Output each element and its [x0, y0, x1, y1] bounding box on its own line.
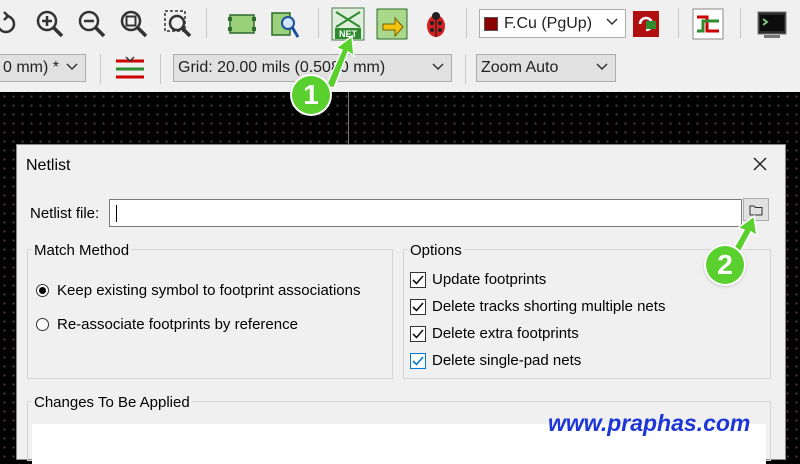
scripting-console-icon[interactable] — [754, 6, 790, 42]
arrow-pointer-icon — [324, 34, 355, 89]
interactive-router-icon[interactable] — [690, 6, 726, 42]
watermark: www.praphas.com — [548, 410, 751, 436]
zoom-select-value: Zoom Auto — [481, 59, 559, 76]
checkbox-checked[interactable] — [410, 298, 426, 315]
zoom-fit-icon[interactable] — [116, 6, 152, 42]
drc-bug-icon[interactable] — [418, 6, 454, 42]
dialog-title: Netlist — [26, 157, 71, 174]
option-update-footprints[interactable]: Update footprints — [410, 271, 546, 288]
option-delete-tracks[interactable]: Delete tracks shorting multiple nets — [410, 298, 665, 315]
toolbar-row-top: NET F.Cu (PgUp) — [0, 0, 800, 46]
match-method-title: Match Method — [32, 242, 132, 259]
text-caret — [116, 205, 117, 222]
zoom-out-icon[interactable] — [74, 6, 110, 42]
netlist-file-input[interactable] — [109, 199, 742, 227]
options-title: Options — [408, 242, 464, 259]
zoom-selection-icon[interactable] — [160, 6, 196, 42]
layer-color-swatch — [484, 16, 498, 31]
changes-title: Changes To Be Applied — [32, 394, 192, 411]
layer-pair-icon[interactable] — [628, 6, 664, 42]
step-badge-2: 2 — [706, 246, 744, 284]
radio-button-selected[interactable] — [36, 284, 49, 297]
chevron-down-icon — [432, 63, 444, 71]
radio-label: Keep existing symbol to footprint associ… — [57, 282, 361, 299]
radio-button[interactable] — [36, 318, 49, 331]
option-label: Update footprints — [432, 271, 547, 288]
toolbar-row-bottom: 0 mm) * Grid: 20.00 mils (0.5080 mm) Zoo… — [0, 46, 800, 92]
footprint-browser-icon[interactable] — [266, 6, 302, 42]
option-delete-single-pad-nets[interactable]: Delete single-pad nets — [410, 352, 581, 369]
option-label: Delete extra footprints — [432, 325, 579, 342]
update-pcb-icon[interactable] — [374, 6, 410, 42]
canvas-cursor-line — [348, 92, 349, 152]
radio-label: Re-associate footprints by reference — [57, 316, 298, 333]
checkbox-checked[interactable] — [410, 271, 426, 288]
track-width-value: 0 mm) * — [3, 59, 59, 76]
step-badge-1: 1 — [292, 76, 330, 114]
zoom-in-icon[interactable] — [32, 6, 68, 42]
option-label: Delete tracks shorting multiple nets — [432, 298, 666, 315]
radio-reassociate[interactable]: Re-associate footprints by reference — [36, 316, 298, 333]
chevron-down-icon — [596, 63, 608, 71]
option-delete-extra-footprints[interactable]: Delete extra footprints — [410, 325, 579, 342]
netlist-file-label: Netlist file: — [30, 205, 100, 222]
toolbar: NET F.Cu (PgUp) 0 mm) * Grid: 20.00 mils… — [0, 0, 800, 92]
checkbox-checked[interactable] — [410, 352, 426, 369]
match-method-group: Match Method Keep existing symbol to foo… — [27, 242, 393, 379]
chevron-down-icon — [606, 18, 618, 26]
footprint-editor-icon[interactable] — [224, 6, 260, 42]
auto-track-width-icon[interactable] — [112, 50, 148, 86]
checkbox-checked[interactable] — [410, 325, 426, 342]
track-width-select[interactable]: 0 mm) * — [0, 54, 86, 82]
redo-icon[interactable] — [0, 6, 22, 42]
option-label: Delete single-pad nets — [432, 352, 582, 369]
chevron-down-icon — [66, 63, 78, 71]
zoom-select[interactable]: Zoom Auto — [476, 54, 616, 82]
layer-select-value: F.Cu (PgUp) — [504, 14, 593, 32]
close-icon[interactable] — [749, 153, 771, 175]
radio-keep-associations[interactable]: Keep existing symbol to footprint associ… — [36, 282, 361, 299]
layer-select[interactable]: F.Cu (PgUp) — [479, 9, 626, 38]
